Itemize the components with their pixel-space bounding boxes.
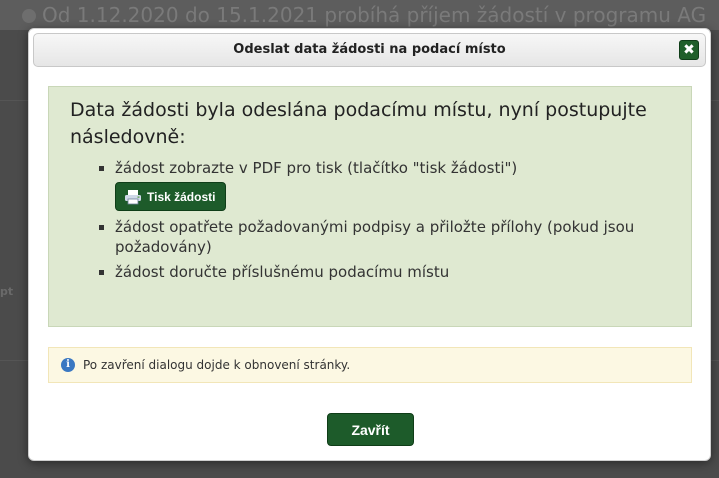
notice-text: Po zavření dialogu dojde k obnovení strá…: [83, 358, 351, 372]
background-info-icon: [22, 9, 36, 23]
dialog-header: Odeslat data žádosti na podací místo ✖: [33, 33, 706, 67]
send-application-dialog: Odeslat data žádosti na podací místo ✖ D…: [28, 28, 711, 461]
step-text: žádost zobrazte v PDF pro tisk (tlačítko…: [115, 159, 518, 177]
background-banner: Od 1.12.2020 do 15.1.2021 probíhá příjem…: [0, 0, 719, 30]
panel-heading: Data žádosti byla odeslána podacímu míst…: [70, 99, 647, 148]
list-item: žádost doručte příslušnému podacímu míst…: [95, 262, 675, 282]
info-icon: i: [61, 358, 75, 372]
close-button[interactable]: Zavřít: [327, 413, 414, 446]
background-side-text: pt: [0, 285, 14, 298]
step-text: žádost doručte příslušnému podacímu míst…: [115, 263, 450, 281]
dialog-title: Odeslat data žádosti na podací místo: [233, 42, 506, 57]
print-button-label: Tisk žádosti: [147, 189, 216, 204]
refresh-notice: i Po zavření dialogu dojde k obnovení st…: [48, 347, 692, 383]
steps-list: žádost zobrazte v PDF pro tisk (tlačítko…: [95, 158, 675, 282]
printer-icon: [125, 189, 141, 204]
list-item: žádost zobrazte v PDF pro tisk (tlačítko…: [95, 158, 675, 217]
background-banner-text: Od 1.12.2020 do 15.1.2021 probíhá příjem…: [42, 3, 707, 27]
list-item: žádost opatřete požadovanými podpisy a p…: [95, 217, 675, 257]
close-icon[interactable]: ✖: [679, 40, 699, 60]
print-application-button[interactable]: Tisk žádosti: [115, 182, 227, 211]
step-text: žádost opatřete požadovanými podpisy a p…: [115, 218, 635, 256]
success-panel: Data žádosti byla odeslána podacímu míst…: [48, 86, 692, 327]
